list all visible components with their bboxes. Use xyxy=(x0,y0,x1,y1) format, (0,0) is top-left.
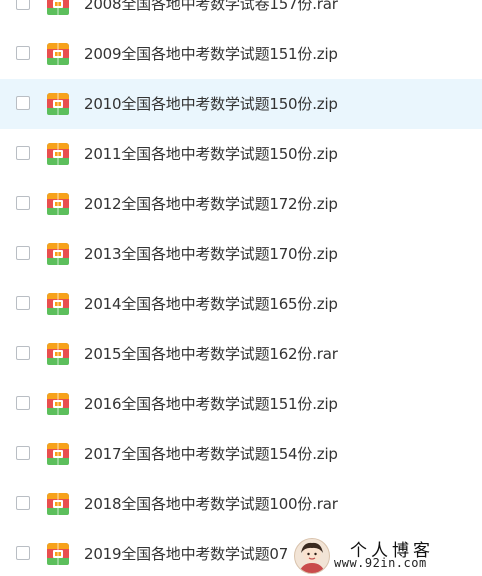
file-row-4[interactable]: 2011全国各地中考数学试题150份.zip xyxy=(0,129,482,179)
file-name[interactable]: 2015全国各地中考数学试题162份.rar xyxy=(84,344,338,364)
file-checkbox[interactable] xyxy=(16,46,30,60)
file-checkbox[interactable] xyxy=(16,346,30,360)
file-row-9[interactable]: 2016全国各地中考数学试题151份.zip xyxy=(0,379,482,429)
archive-icon xyxy=(47,193,69,215)
file-checkbox[interactable] xyxy=(16,296,30,310)
file-name[interactable]: 2014全国各地中考数学试题165份.zip xyxy=(84,294,338,314)
file-checkbox[interactable] xyxy=(16,96,30,110)
file-name[interactable]: 2016全国各地中考数学试题151份.zip xyxy=(84,394,338,414)
file-row-8[interactable]: 2015全国各地中考数学试题162份.rar xyxy=(0,329,482,379)
archive-icon xyxy=(47,243,69,265)
file-name[interactable]: 2009全国各地中考数学试题151份.zip xyxy=(84,44,338,64)
file-row-1[interactable]: 2008全国各地中考数学试卷157份.rar xyxy=(0,0,482,29)
avatar xyxy=(294,538,330,574)
watermark: 个人博客 www.92in.com xyxy=(290,532,482,576)
archive-icon xyxy=(47,443,69,465)
archive-icon xyxy=(47,143,69,165)
file-name[interactable]: 2013全国各地中考数学试题170份.zip xyxy=(84,244,338,264)
file-row-10[interactable]: 2017全国各地中考数学试题154份.zip xyxy=(0,429,482,479)
file-name[interactable]: 2010全国各地中考数学试题150份.zip xyxy=(84,94,338,114)
file-row-2[interactable]: 2009全国各地中考数学试题151份.zip xyxy=(0,29,482,79)
file-name[interactable]: 2008全国各地中考数学试卷157份.rar xyxy=(84,0,338,14)
archive-icon xyxy=(47,93,69,115)
file-checkbox[interactable] xyxy=(16,0,30,10)
archive-icon xyxy=(47,543,69,565)
file-name[interactable]: 2018全国各地中考数学试题100份.rar xyxy=(84,494,338,514)
watermark-url: www.92in.com xyxy=(334,556,427,570)
file-list: 2008全国各地中考数学试卷157份.rar 2009全国各地中考数学试题151… xyxy=(0,0,482,576)
file-checkbox[interactable] xyxy=(16,196,30,210)
file-row-6[interactable]: 2013全国各地中考数学试题170份.zip xyxy=(0,229,482,279)
archive-icon xyxy=(47,293,69,315)
file-checkbox[interactable] xyxy=(16,246,30,260)
file-name[interactable]: 2011全国各地中考数学试题150份.zip xyxy=(84,144,338,164)
archive-icon xyxy=(47,43,69,65)
file-checkbox[interactable] xyxy=(16,496,30,510)
file-name[interactable]: 2019全国各地中考数学试题07 xyxy=(84,544,288,564)
file-checkbox[interactable] xyxy=(16,446,30,460)
file-checkbox[interactable] xyxy=(16,546,30,560)
file-checkbox[interactable] xyxy=(16,396,30,410)
file-row-3[interactable]: 2010全国各地中考数学试题150份.zip xyxy=(0,79,482,129)
file-row-7[interactable]: 2014全国各地中考数学试题165份.zip xyxy=(0,279,482,329)
file-name[interactable]: 2017全国各地中考数学试题154份.zip xyxy=(84,444,338,464)
file-name[interactable]: 2012全国各地中考数学试题172份.zip xyxy=(84,194,338,214)
archive-icon xyxy=(47,393,69,415)
file-row-11[interactable]: 2018全国各地中考数学试题100份.rar xyxy=(0,479,482,529)
archive-icon xyxy=(47,0,69,15)
file-checkbox[interactable] xyxy=(16,146,30,160)
archive-icon xyxy=(47,343,69,365)
archive-icon xyxy=(47,493,69,515)
file-row-5[interactable]: 2012全国各地中考数学试题172份.zip xyxy=(0,179,482,229)
